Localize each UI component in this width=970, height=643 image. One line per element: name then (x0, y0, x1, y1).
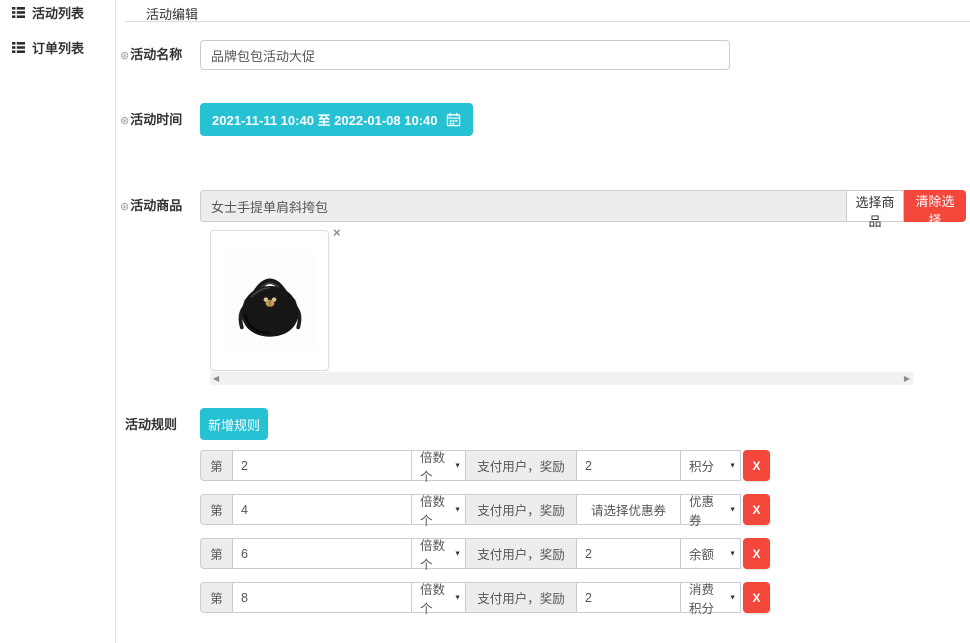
caret-down-icon: ▼ (454, 594, 461, 601)
caret-down-icon: ▼ (454, 462, 461, 469)
add-rule-button[interactable]: 新增规则 (200, 408, 268, 440)
rule-row: 第 倍数个 ▼ 支付用户，奖励 余额 ▼ X (200, 538, 770, 569)
activity-edit-page: 活动列表 订单列表 活动编辑 ⊛活动名称 ⊛活动时间 2021-11-11 10… (0, 0, 970, 643)
select-value: 倍数个 (420, 491, 451, 529)
select-value: 消费积分 (689, 579, 726, 617)
reward-text-addon: 支付用户，奖励 (465, 582, 577, 613)
rule-unit-select[interactable]: 倍数个 ▼ (411, 582, 466, 613)
caret-down-icon: ▼ (729, 550, 736, 557)
scroll-right-icon[interactable]: ▶ (904, 375, 910, 383)
required-icon: ⊛ (120, 50, 129, 62)
activity-time-label: ⊛活动时间 (120, 109, 182, 128)
rule-prefix-addon: 第 (200, 450, 233, 481)
choose-product-button[interactable]: 选择商品 (846, 190, 904, 222)
tabbar-divider (125, 21, 970, 22)
remove-rule-button[interactable]: X (743, 494, 770, 525)
product-input-group: 选择商品 清除选择 (200, 190, 966, 222)
clear-selection-button[interactable]: 清除选择 (904, 190, 966, 222)
rule-unit-select[interactable]: 倍数个 ▼ (411, 538, 466, 569)
date-range-button[interactable]: 2021-11-11 10:40 至 2022-01-08 10:40 (200, 103, 473, 136)
reward-value-input[interactable] (577, 583, 680, 612)
rule-row: 第 倍数个 ▼ 支付用户，奖励 消费积分 ▼ X (200, 582, 770, 613)
select-value: 积分 (689, 456, 714, 475)
select-value: 余额 (689, 544, 714, 563)
reward-text-addon: 支付用户，奖励 (465, 538, 577, 569)
remove-rule-button[interactable]: X (743, 450, 770, 481)
required-icon: ⊛ (120, 201, 129, 213)
sidebar-item-label: 订单列表 (32, 38, 84, 57)
rule-row: 第 倍数个 ▼ 支付用户，奖励 请选择优惠券 优惠券 ▼ X (200, 494, 770, 525)
thumbnails-scrollbar[interactable]: ◀ ▶ (210, 372, 913, 385)
caret-down-icon: ▼ (454, 506, 461, 513)
date-range-text: 2021-11-11 10:40 至 2022-01-08 10:40 (212, 110, 438, 129)
product-image (223, 254, 317, 348)
required-icon: ⊛ (120, 115, 129, 127)
rule-prefix-addon: 第 (200, 538, 233, 569)
select-value: 倍数个 (420, 579, 451, 617)
activity-name-label: ⊛活动名称 (120, 44, 182, 63)
caret-down-icon: ▼ (454, 550, 461, 557)
rule-count-input[interactable] (233, 451, 411, 480)
product-thumbnail-card (210, 230, 329, 371)
reward-value-input[interactable] (577, 451, 680, 480)
remove-product-icon[interactable]: × (333, 226, 341, 239)
caret-down-icon: ▼ (729, 506, 736, 513)
rule-unit-select[interactable]: 倍数个 ▼ (411, 450, 466, 481)
rule-prefix-addon: 第 (200, 582, 233, 613)
reward-type-select[interactable]: 消费积分 ▼ (680, 582, 741, 613)
sidebar-item-order-list[interactable]: 订单列表 (12, 38, 84, 57)
rule-count-input[interactable] (233, 583, 411, 612)
activity-name-input[interactable] (200, 40, 730, 70)
rule-row: 第 倍数个 ▼ 支付用户，奖励 积分 ▼ X (200, 450, 770, 481)
scroll-left-icon[interactable]: ◀ (213, 375, 219, 383)
list-icon (12, 42, 25, 53)
reward-text-addon: 支付用户，奖励 (465, 494, 577, 525)
remove-rule-button[interactable]: X (743, 538, 770, 569)
select-value: 倍数个 (420, 535, 451, 573)
rule-prefix-addon: 第 (200, 494, 233, 525)
caret-down-icon: ▼ (729, 594, 736, 601)
reward-value-input[interactable] (577, 539, 680, 568)
product-name-input[interactable] (200, 190, 847, 222)
calendar-icon (446, 112, 461, 127)
reward-type-select[interactable]: 余额 ▼ (680, 538, 741, 569)
reward-text-addon: 支付用户，奖励 (465, 450, 577, 481)
remove-rule-button[interactable]: X (743, 582, 770, 613)
reward-type-select[interactable]: 优惠券 ▼ (680, 494, 741, 525)
rule-unit-select[interactable]: 倍数个 ▼ (411, 494, 466, 525)
list-icon (12, 7, 25, 18)
activity-product-label: ⊛活动商品 (120, 195, 182, 214)
rule-count-input[interactable] (233, 495, 411, 524)
select-value: 优惠券 (689, 491, 726, 529)
caret-down-icon: ▼ (729, 462, 736, 469)
sidebar-item-activity-list[interactable]: 活动列表 (12, 3, 84, 22)
sidebar-item-label: 活动列表 (32, 3, 84, 22)
choose-coupon-button[interactable]: 请选择优惠券 (576, 494, 681, 525)
reward-type-select[interactable]: 积分 ▼ (680, 450, 741, 481)
sidebar-divider (115, 0, 116, 643)
select-value: 倍数个 (420, 447, 451, 485)
rule-count-input[interactable] (233, 539, 411, 568)
activity-rules-label: 活动规则 (125, 414, 177, 433)
